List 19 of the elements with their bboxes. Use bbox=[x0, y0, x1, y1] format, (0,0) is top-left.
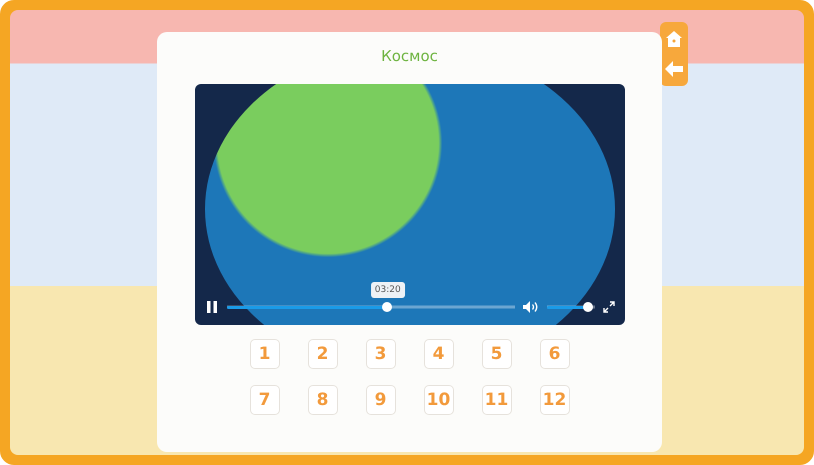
home-icon bbox=[665, 30, 683, 48]
lesson-number-button[interactable]: 9 bbox=[366, 385, 396, 415]
page-title: Космос bbox=[381, 47, 438, 65]
lesson-number-button[interactable]: 6 bbox=[540, 339, 570, 369]
lesson-number-button[interactable]: 5 bbox=[482, 339, 512, 369]
lesson-number-button[interactable]: 2 bbox=[308, 339, 338, 369]
left-arrow-icon bbox=[665, 61, 683, 77]
lesson-number-button[interactable]: 4 bbox=[424, 339, 454, 369]
lesson-number-button[interactable]: 8 bbox=[308, 385, 338, 415]
lesson-number-button[interactable]: 12 bbox=[540, 385, 570, 415]
lesson-number-button[interactable]: 1 bbox=[250, 339, 280, 369]
time-tooltip: 03:20 bbox=[370, 282, 405, 298]
lesson-number-button[interactable]: 10 bbox=[424, 385, 454, 415]
pause-button[interactable] bbox=[204, 299, 218, 315]
lesson-number-button[interactable]: 11 bbox=[482, 385, 512, 415]
fullscreen-icon[interactable] bbox=[602, 301, 614, 313]
lesson-number-button[interactable]: 3 bbox=[366, 339, 396, 369]
volume-icon[interactable] bbox=[522, 301, 538, 313]
lesson-number-button[interactable]: 7 bbox=[250, 385, 280, 415]
